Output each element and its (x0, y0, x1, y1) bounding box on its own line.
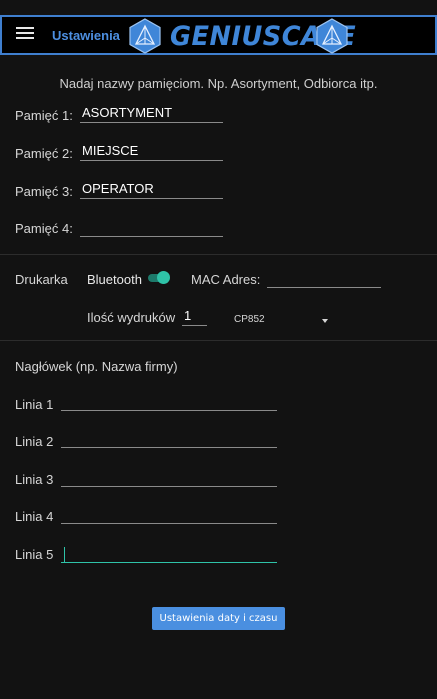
header-line-4-label: Linia 4 (15, 509, 54, 524)
header-line-1-label: Linia 1 (15, 397, 54, 412)
memory-1-input[interactable] (80, 105, 223, 123)
divider (0, 340, 437, 341)
mac-address-label: MAC Adres: (191, 272, 261, 287)
memory-1-label: Pamięć 1: (15, 108, 73, 123)
memory-4-label: Pamięć 4: (15, 221, 73, 236)
bluetooth-label: Bluetooth (87, 272, 142, 287)
logo-hexagon-icon (316, 18, 348, 54)
dropdown-arrow-icon (322, 319, 328, 323)
mac-address-input[interactable] (267, 270, 381, 288)
printer-label: Drukarka (15, 272, 68, 287)
copies-input[interactable] (182, 308, 207, 326)
copies-label: Ilość wydruków (87, 310, 176, 325)
header-line-2-label: Linia 2 (15, 434, 54, 449)
header-line-1-input[interactable] (61, 393, 277, 411)
text-cursor (64, 547, 65, 562)
app-title: Ustawienia (52, 28, 120, 43)
logo-hexagon-icon (129, 18, 161, 54)
bluetooth-toggle[interactable] (148, 271, 170, 285)
header-line-5-input[interactable] (61, 545, 277, 563)
header-line-5-label: Linia 5 (15, 547, 54, 562)
menu-icon[interactable] (16, 27, 34, 43)
app-bar: Ustawienia GENIUSCALE (0, 15, 437, 55)
header-line-2-input[interactable] (61, 430, 277, 448)
codepage-value: CP852 (234, 314, 265, 325)
memory-3-input[interactable] (80, 181, 223, 199)
memory-4-input[interactable] (80, 219, 223, 237)
divider (0, 254, 437, 255)
header-line-3-input[interactable] (61, 469, 277, 487)
header-line-4-input[interactable] (61, 506, 277, 524)
header-section-title: Nagłówek (np. Nazwa firmy) (15, 359, 178, 374)
memory-2-input[interactable] (80, 143, 223, 161)
memory-2-label: Pamięć 2: (15, 146, 73, 161)
memory-instructions: Nadaj nazwy pamięciom. Np. Asortyment, O… (59, 76, 378, 91)
date-time-settings-button[interactable]: Ustawienia daty i czasu (152, 607, 285, 630)
header-line-3-label: Linia 3 (15, 472, 54, 487)
memory-3-label: Pamięć 3: (15, 184, 73, 199)
codepage-select[interactable]: CP852 (234, 314, 330, 330)
